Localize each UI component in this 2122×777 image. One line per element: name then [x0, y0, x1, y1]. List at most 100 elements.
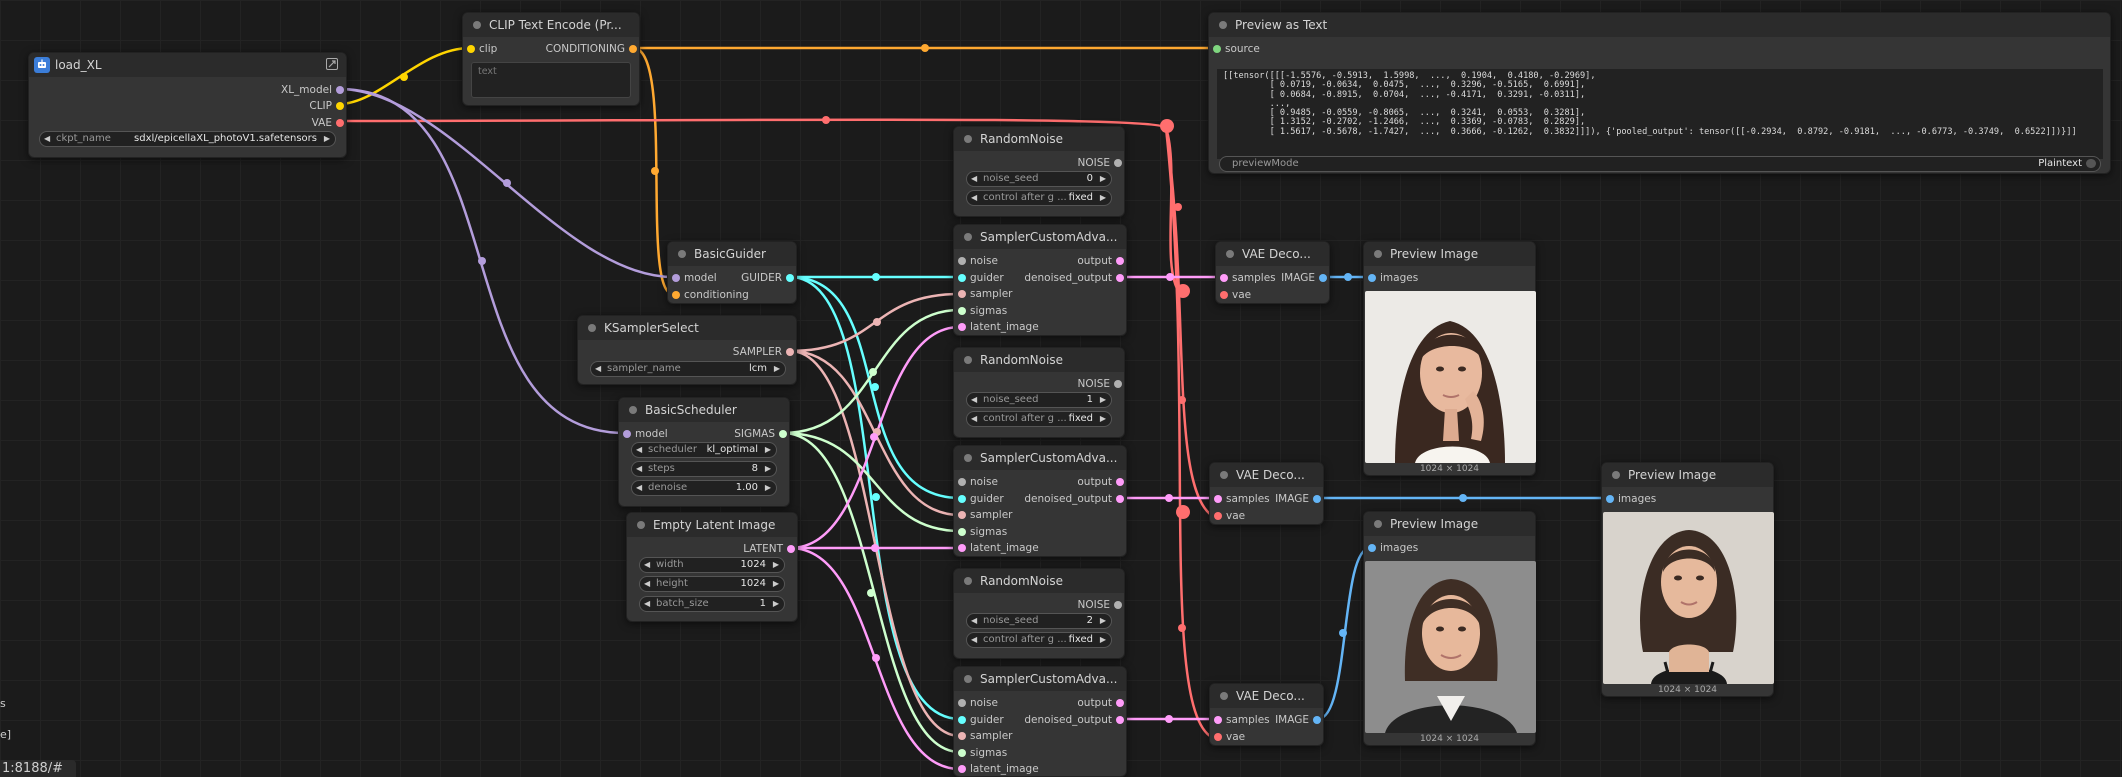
ckpt-name-combo[interactable]: ◀ ckpt_name sdxl/epicellaXL_photoV1.safe… — [39, 131, 336, 147]
arrow-right-icon[interactable]: ▶ — [765, 462, 771, 476]
output-socket-noise[interactable] — [1114, 159, 1122, 167]
arrow-right-icon[interactable]: ▶ — [1100, 633, 1106, 647]
output-socket-denoised[interactable] — [1116, 716, 1124, 724]
input-socket-model[interactable] — [623, 430, 631, 438]
output-socket-vae[interactable] — [336, 119, 344, 127]
output-socket-image[interactable] — [1319, 274, 1327, 282]
node-header[interactable]: KSamplerSelect — [578, 316, 796, 340]
input-socket-sampler[interactable] — [958, 511, 966, 519]
node-header[interactable]: Preview Image — [1364, 512, 1535, 536]
output-socket-clip[interactable] — [336, 102, 344, 110]
input-socket-clip[interactable] — [467, 45, 475, 53]
input-socket-sampler[interactable] — [958, 290, 966, 298]
arrow-right-icon[interactable]: ▶ — [1100, 393, 1106, 407]
node-load-xl[interactable]: load_XL XL_model CLIP VAE ◀ ckpt_name sd… — [28, 52, 347, 158]
node-sampler-custom-1[interactable]: SamplerCustomAdva... noise guider sample… — [953, 224, 1127, 336]
collapse-dot-icon[interactable] — [964, 454, 972, 462]
node-vae-decode-2[interactable]: VAE Deco... samples vae IMAGE — [1209, 462, 1324, 525]
node-header[interactable]: VAE Deco... — [1210, 463, 1323, 487]
arrow-right-icon[interactable]: ▶ — [1100, 614, 1106, 628]
arrow-left-icon[interactable]: ◀ — [971, 614, 977, 628]
collapse-dot-icon[interactable] — [964, 135, 972, 143]
arrow-left-icon[interactable]: ◀ — [971, 172, 977, 186]
node-sampler-custom-3[interactable]: SamplerCustomAdva... noise guider sample… — [953, 666, 1127, 777]
arrow-left-icon[interactable]: ◀ — [636, 443, 642, 457]
arrow-left-icon[interactable]: ◀ — [644, 577, 650, 591]
collapse-dot-icon[interactable] — [1220, 692, 1228, 700]
arrow-left-icon[interactable]: ◀ — [636, 481, 642, 495]
text-prompt-field[interactable]: text — [471, 62, 631, 98]
input-socket-images[interactable] — [1368, 544, 1376, 552]
input-socket-images[interactable] — [1368, 274, 1376, 282]
sampler-name-combo[interactable]: ◀ sampler_name lcm ▶ — [590, 361, 786, 377]
node-preview-image-1[interactable]: Preview Image images 1024 × 1024 — [1363, 241, 1536, 476]
input-socket-model[interactable] — [672, 274, 680, 282]
preview-image-portrait-2[interactable] — [1603, 512, 1774, 684]
collapse-dot-icon[interactable] — [1226, 250, 1234, 258]
input-socket-noise[interactable] — [958, 257, 966, 265]
input-socket-guider[interactable] — [958, 716, 966, 724]
collapse-dot-icon[interactable] — [1374, 250, 1382, 258]
output-socket-noise[interactable] — [1114, 601, 1122, 609]
scheduler-combo[interactable]: ◀ scheduler kl_optimal ▶ — [631, 442, 777, 458]
arrow-right-icon[interactable]: ▶ — [773, 577, 779, 591]
input-socket-guider[interactable] — [958, 495, 966, 503]
node-preview-image-3[interactable]: Preview Image images 1024 × 1024 — [1363, 511, 1536, 746]
node-header[interactable]: RandomNoise — [954, 127, 1124, 151]
output-socket-output[interactable] — [1116, 257, 1124, 265]
input-socket-conditioning[interactable] — [672, 291, 680, 299]
output-socket-denoised[interactable] — [1116, 495, 1124, 503]
arrow-left-icon[interactable]: ◀ — [971, 633, 977, 647]
arrow-left-icon[interactable]: ◀ — [971, 191, 977, 205]
collapse-dot-icon[interactable] — [473, 21, 481, 29]
collapse-dot-icon[interactable] — [964, 675, 972, 683]
node-preview-image-2[interactable]: Preview Image images 1024 × 1024 — [1601, 462, 1774, 697]
arrow-right-icon[interactable]: ▶ — [1100, 172, 1106, 186]
node-header[interactable]: SamplerCustomAdva... — [954, 667, 1126, 691]
input-socket-latent[interactable] — [958, 765, 966, 773]
width-number[interactable]: ◀ width 1024 ▶ — [639, 557, 785, 573]
node-vae-decode-3[interactable]: VAE Deco... samples vae IMAGE — [1209, 683, 1324, 746]
arrow-right-icon[interactable]: ▶ — [1100, 412, 1106, 426]
node-random-noise-3[interactable]: RandomNoise NOISE ◀ noise_seed 2 ▶ ◀ con… — [953, 568, 1125, 659]
input-socket-sigmas[interactable] — [958, 307, 966, 315]
node-random-noise-2[interactable]: RandomNoise NOISE ◀ noise_seed 1 ▶ ◀ con… — [953, 347, 1125, 438]
input-socket-latent[interactable] — [958, 544, 966, 552]
arrow-left-icon[interactable]: ◀ — [971, 412, 977, 426]
node-sampler-custom-2[interactable]: SamplerCustomAdva... noise guider sample… — [953, 445, 1127, 557]
arrow-left-icon[interactable]: ◀ — [971, 393, 977, 407]
noise-seed-number[interactable]: ◀ noise_seed 0 ▶ — [966, 171, 1112, 187]
input-socket-source[interactable] — [1213, 45, 1221, 53]
arrow-left-icon[interactable]: ◀ — [595, 362, 601, 376]
preview-mode-combo[interactable]: previewMode Plaintext — [1219, 156, 2101, 172]
collapse-dot-icon[interactable] — [637, 521, 645, 529]
input-socket-sigmas[interactable] — [958, 749, 966, 757]
arrow-right-icon[interactable]: ▶ — [774, 362, 780, 376]
node-empty-latent[interactable]: Empty Latent Image LATENT ◀ width 1024 ▶… — [626, 512, 798, 622]
node-header[interactable]: Preview Image — [1602, 463, 1773, 487]
node-header[interactable]: SamplerCustomAdva... — [954, 446, 1126, 470]
preview-image-portrait-3[interactable] — [1365, 561, 1536, 733]
arrow-right-icon[interactable]: ▶ — [1100, 191, 1106, 205]
node-vae-decode-1[interactable]: VAE Deco... samples vae IMAGE — [1215, 241, 1330, 304]
collapse-dot-icon[interactable] — [1612, 471, 1620, 479]
noise-seed-number[interactable]: ◀ noise_seed 1 ▶ — [966, 392, 1112, 408]
collapse-dot-icon[interactable] — [588, 324, 596, 332]
output-socket-guider[interactable] — [786, 274, 794, 282]
collapse-dot-icon[interactable] — [1220, 471, 1228, 479]
denoise-number[interactable]: ◀ denoise 1.00 ▶ — [631, 480, 777, 496]
node-header[interactable]: VAE Deco... — [1216, 242, 1329, 266]
node-header[interactable]: SamplerCustomAdva... — [954, 225, 1126, 249]
node-header[interactable]: BasicGuider — [668, 242, 796, 266]
noise-seed-number[interactable]: ◀ noise_seed 2 ▶ — [966, 613, 1112, 629]
node-header[interactable]: BasicScheduler — [619, 398, 789, 422]
collapse-dot-icon[interactable] — [678, 250, 686, 258]
arrow-left-icon[interactable]: ◀ — [644, 558, 650, 572]
node-header[interactable]: Empty Latent Image — [627, 513, 797, 537]
input-socket-vae[interactable] — [1214, 512, 1222, 520]
output-socket-image[interactable] — [1313, 495, 1321, 503]
node-header[interactable]: CLIP Text Encode (Pr... — [463, 13, 639, 37]
output-socket-output[interactable] — [1116, 699, 1124, 707]
arrow-left-icon[interactable]: ◀ — [44, 132, 50, 146]
preview-image-portrait-1[interactable] — [1365, 291, 1536, 463]
